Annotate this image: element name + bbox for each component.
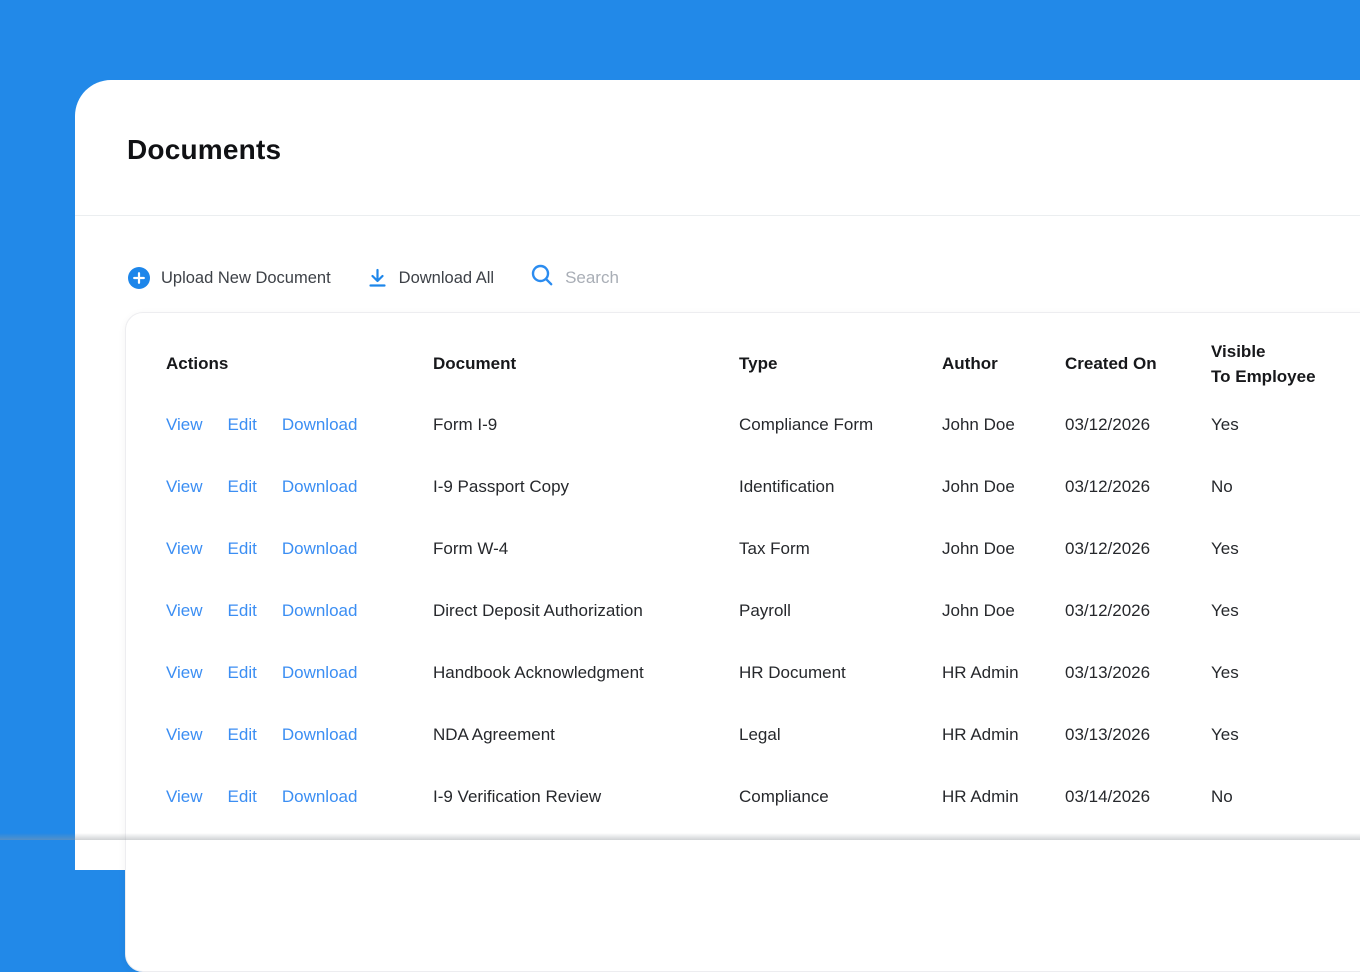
table-row: View Edit Download Form I-9 Compliance F… [166,394,1360,456]
column-header-document: Document [433,352,739,377]
download-link[interactable]: Download [282,539,358,559]
documents-table: Actions Document Type Author Created On … [125,312,1360,972]
upload-new-document-label: Upload New Document [161,269,331,288]
visible-cell: Yes [1211,415,1360,435]
table-body: View Edit Download Form I-9 Compliance F… [166,394,1360,828]
download-icon [367,267,388,289]
view-link[interactable]: View [166,477,203,497]
edit-link[interactable]: Edit [228,415,257,435]
document-cell: NDA Agreement [433,725,739,745]
header-divider [75,215,1360,216]
type-cell: HR Document [739,663,942,683]
plus-circle-icon [128,267,150,289]
column-header-type: Type [739,352,942,377]
view-link[interactable]: View [166,415,203,435]
created-on-cell: 03/14/2026 [1065,787,1211,807]
download-link[interactable]: Download [282,415,358,435]
created-on-cell: 03/12/2026 [1065,539,1211,559]
download-link[interactable]: Download [282,787,358,807]
download-all-button[interactable]: Download All [367,267,494,289]
type-cell: Compliance Form [739,415,942,435]
search-input[interactable] [565,268,695,288]
actions-cell: View Edit Download [166,787,433,807]
table-row: View Edit Download I-9 Verification Revi… [166,766,1360,828]
view-link[interactable]: View [166,663,203,683]
page-title: Documents [127,133,281,167]
download-link[interactable]: Download [282,601,358,621]
edit-link[interactable]: Edit [228,787,257,807]
toolbar: Upload New Document Download All [128,258,695,298]
edit-link[interactable]: Edit [228,601,257,621]
table-row: View Edit Download Handbook Acknowledgme… [166,642,1360,704]
content-panel: Documents Upload New Document Download A… [75,80,1360,870]
visible-cell: No [1211,787,1360,807]
document-cell: Form I-9 [433,415,739,435]
actions-cell: View Edit Download [166,663,433,683]
actions-cell: View Edit Download [166,601,433,621]
created-on-cell: 03/13/2026 [1065,725,1211,745]
edit-link[interactable]: Edit [228,477,257,497]
view-link[interactable]: View [166,787,203,807]
visible-cell: Yes [1211,539,1360,559]
download-all-label: Download All [399,269,494,288]
upload-new-document-button[interactable]: Upload New Document [128,267,331,289]
type-cell: Payroll [739,601,942,621]
document-cell: I-9 Passport Copy [433,477,739,497]
edit-link[interactable]: Edit [228,539,257,559]
author-cell: HR Admin [942,725,1065,745]
type-cell: Identification [739,477,942,497]
author-cell: John Doe [942,601,1065,621]
author-cell: John Doe [942,539,1065,559]
visible-cell: Yes [1211,601,1360,621]
view-link[interactable]: View [166,539,203,559]
column-header-visible-to-employee: Visible To Employee [1211,340,1360,389]
column-header-created-on: Created On [1065,352,1211,377]
document-cell: Form W-4 [433,539,739,559]
visible-cell: No [1211,477,1360,497]
actions-cell: View Edit Download [166,725,433,745]
created-on-cell: 03/13/2026 [1065,663,1211,683]
created-on-cell: 03/12/2026 [1065,477,1211,497]
actions-cell: View Edit Download [166,415,433,435]
search-icon [530,263,555,293]
document-cell: Direct Deposit Authorization [433,601,739,621]
visible-cell: Yes [1211,663,1360,683]
edit-link[interactable]: Edit [228,663,257,683]
created-on-cell: 03/12/2026 [1065,415,1211,435]
document-cell: I-9 Verification Review [433,787,739,807]
actions-cell: View Edit Download [166,539,433,559]
column-header-actions: Actions [166,352,433,377]
download-link[interactable]: Download [282,725,358,745]
created-on-cell: 03/12/2026 [1065,601,1211,621]
table-row: View Edit Download I-9 Passport Copy Ide… [166,456,1360,518]
table-row: View Edit Download Form W-4 Tax Form Joh… [166,518,1360,580]
visible-cell: Yes [1211,725,1360,745]
view-link[interactable]: View [166,601,203,621]
type-cell: Compliance [739,787,942,807]
download-link[interactable]: Download [282,477,358,497]
edit-link[interactable]: Edit [228,725,257,745]
author-cell: John Doe [942,415,1065,435]
download-link[interactable]: Download [282,663,358,683]
type-cell: Legal [739,725,942,745]
author-cell: HR Admin [942,663,1065,683]
document-cell: Handbook Acknowledgment [433,663,739,683]
author-cell: HR Admin [942,787,1065,807]
table-header-row: Actions Document Type Author Created On … [166,313,1360,389]
table-row: View Edit Download NDA Agreement Legal H… [166,704,1360,766]
view-link[interactable]: View [166,725,203,745]
table-row: View Edit Download Direct Deposit Author… [166,580,1360,642]
type-cell: Tax Form [739,539,942,559]
column-header-author: Author [942,352,1065,377]
actions-cell: View Edit Download [166,477,433,497]
author-cell: John Doe [942,477,1065,497]
search-group [530,263,695,293]
